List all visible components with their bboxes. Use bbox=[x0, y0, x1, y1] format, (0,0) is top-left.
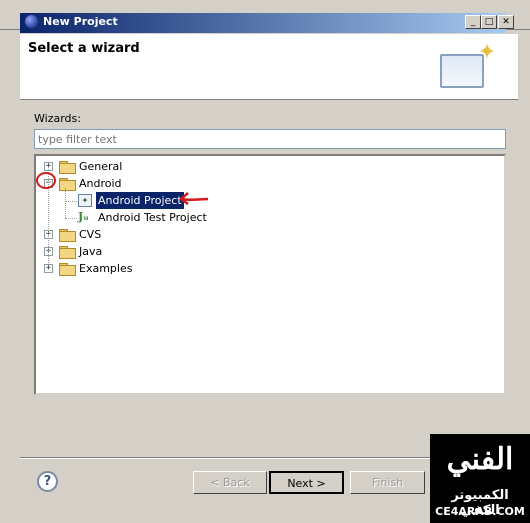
tree-item-general[interactable]: + General bbox=[42, 158, 242, 175]
folder-open-icon bbox=[59, 178, 76, 191]
tree-item-java[interactable]: + Java bbox=[42, 243, 242, 260]
tree-item-cvs[interactable]: + CVS bbox=[42, 226, 242, 243]
folder-icon bbox=[59, 161, 76, 174]
wizards-label: Wizards: bbox=[34, 112, 81, 125]
wizard-tree[interactable]: + General − Android ✦ Android Project Jᵤ… bbox=[34, 154, 506, 395]
tree-item-label: Android bbox=[79, 177, 122, 190]
tree-item-label: Android Project bbox=[96, 192, 184, 209]
tree-item-label: General bbox=[79, 160, 123, 173]
tree-item-android-project[interactable]: ✦ Android Project bbox=[78, 192, 238, 209]
folder-icon bbox=[59, 246, 76, 259]
help-button[interactable]: ? bbox=[37, 471, 58, 492]
tree-item-examples[interactable]: + Examples bbox=[42, 260, 242, 277]
tree-connector-line bbox=[65, 218, 77, 219]
annotation-arrow-icon bbox=[178, 192, 209, 206]
close-button[interactable]: ✕ bbox=[498, 15, 514, 29]
watermark-logo: الفني الكمبيوتر الكفي CE4ARAB.COM bbox=[430, 434, 530, 523]
finish-button[interactable]: Finish bbox=[350, 471, 425, 494]
new-wizard-banner-icon: ✦ bbox=[440, 40, 500, 94]
watermark-domain: CE4ARAB.COM bbox=[435, 505, 525, 518]
page-title: Select a wizard bbox=[28, 41, 140, 56]
folder-icon bbox=[59, 229, 76, 242]
tree-item-label: Examples bbox=[79, 262, 133, 275]
folder-icon bbox=[59, 263, 76, 276]
back-button[interactable]: < Back bbox=[193, 471, 267, 494]
tree-item-android-test-project[interactable]: Jᵤ Android Test Project bbox=[78, 209, 278, 226]
tree-item-label: Android Test Project bbox=[98, 211, 207, 224]
annotation-circle bbox=[36, 172, 56, 189]
sparkle-icon: ✦ bbox=[477, 40, 497, 65]
tree-connector-line bbox=[65, 201, 77, 202]
watermark-logo-text: الفني bbox=[446, 442, 514, 477]
wizard-header: Select a wizard ✦ bbox=[20, 34, 518, 100]
tree-item-label: Java bbox=[79, 245, 103, 258]
next-button[interactable]: Next > bbox=[269, 471, 344, 494]
title-bar: New Project _ □ ✕ bbox=[0, 0, 530, 33]
tree-item-label: CVS bbox=[79, 228, 102, 241]
filter-input[interactable] bbox=[34, 129, 506, 149]
expand-toggle[interactable]: + bbox=[44, 264, 53, 273]
tree-connector-line bbox=[65, 188, 66, 218]
tree-item-android[interactable]: − Android bbox=[42, 175, 242, 192]
junit-icon: Jᵤ bbox=[78, 210, 89, 223]
minimize-button[interactable]: _ bbox=[465, 15, 481, 29]
window-title: New Project bbox=[43, 15, 118, 28]
maximize-button[interactable]: □ bbox=[481, 15, 497, 29]
eclipse-icon bbox=[24, 14, 39, 29]
android-project-icon: ✦ bbox=[78, 194, 92, 207]
